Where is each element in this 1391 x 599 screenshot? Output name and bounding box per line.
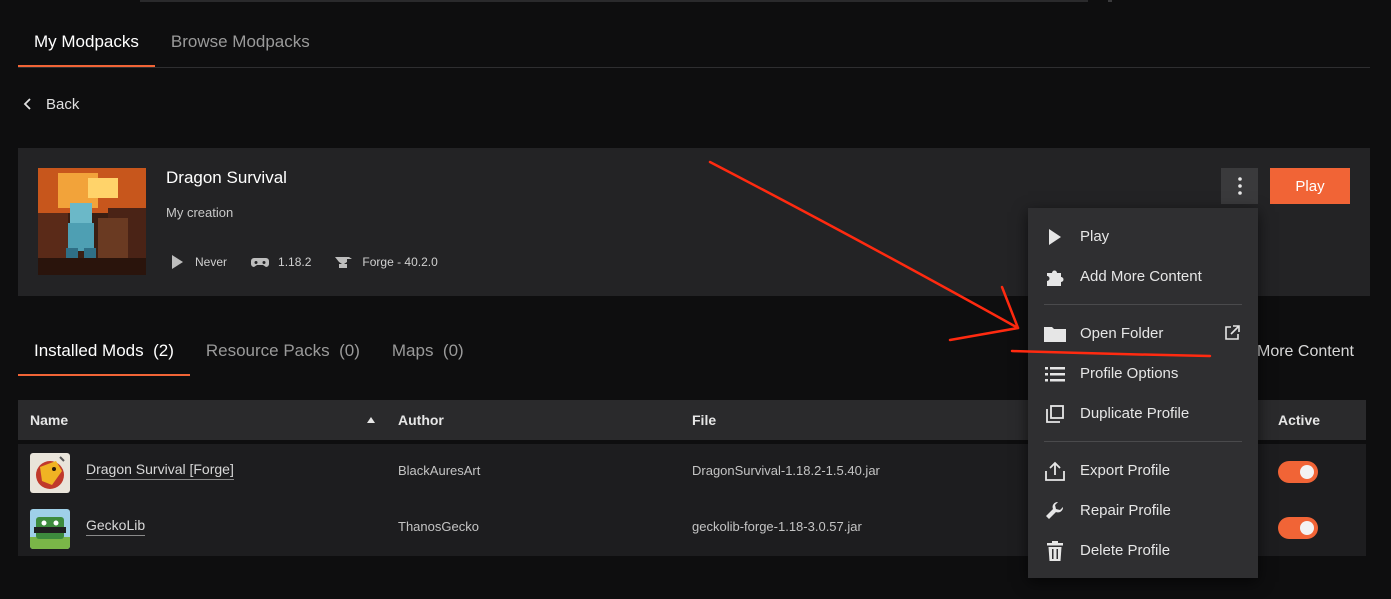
wrench-icon <box>1044 501 1066 521</box>
game-version: 1.18.2 <box>251 254 311 270</box>
export-icon <box>1044 461 1066 481</box>
menu-divider <box>1044 441 1242 442</box>
back-label: Back <box>46 95 80 113</box>
menu-item-duplicate-profile[interactable]: Duplicate Profile <box>1028 397 1258 431</box>
top-search-strip <box>140 0 1088 2</box>
top-strip-marker <box>1108 0 1112 2</box>
play-icon <box>1044 227 1066 247</box>
menu-label: Open Folder <box>1080 325 1164 342</box>
main-tabs: My Modpacks Browse Modpacks <box>18 22 1370 68</box>
maps-label: Maps <box>391 341 434 360</box>
menu-label: Duplicate Profile <box>1080 405 1190 422</box>
more-options-button[interactable] <box>1221 168 1258 204</box>
menu-label: Play <box>1080 228 1110 245</box>
menu-label: Delete Profile <box>1080 542 1171 559</box>
maps-count: (0) <box>442 341 464 360</box>
content-tabs: Installed Mods (2) Resource Packs (0) Ma… <box>18 328 480 376</box>
last-played: Never <box>168 254 227 270</box>
add-more-content-link[interactable]: More Content <box>1257 343 1354 361</box>
menu-divider <box>1044 304 1242 305</box>
installed-mods-count: (2) <box>153 341 174 360</box>
sort-asc-icon[interactable] <box>367 417 375 423</box>
profile-thumbnail <box>38 168 146 275</box>
menu-label: Repair Profile <box>1080 502 1171 519</box>
installed-mods-label: Installed Mods <box>34 341 144 360</box>
back-button[interactable]: Back <box>22 92 79 116</box>
tab-resource-packs[interactable]: Resource Packs (0) <box>190 328 376 376</box>
trash-icon <box>1044 541 1066 561</box>
header-file[interactable]: File <box>692 400 716 440</box>
profile-description: My creation <box>166 205 234 220</box>
profile-title: Dragon Survival <box>166 168 287 187</box>
mod-file: geckolib-forge-1.18-3.0.57.jar <box>692 519 862 534</box>
mod-icon-geckolib <box>30 509 70 549</box>
header-active: Active <box>1278 412 1321 428</box>
play-button[interactable]: Play <box>1270 168 1350 204</box>
resource-packs-count: (0) <box>339 341 360 360</box>
game-version-value: 1.18.2 <box>278 255 312 269</box>
last-played-value: Never <box>195 255 228 269</box>
mod-name-link[interactable]: Dragon Survival [Forge] <box>86 461 234 480</box>
folder-icon <box>1044 324 1066 344</box>
profile-dropdown-menu: Play Add More Content Open Folder Profil… <box>1028 208 1258 578</box>
header-name[interactable]: Name <box>30 400 68 440</box>
menu-item-profile-options[interactable]: Profile Options <box>1028 357 1258 391</box>
menu-item-export-profile[interactable]: Export Profile <box>1028 454 1258 488</box>
tab-my-modpacks[interactable]: My Modpacks <box>18 22 155 67</box>
loader-value: Forge - 40.2.0 <box>362 255 438 269</box>
mod-icon-dragon-survival <box>30 453 70 493</box>
active-toggle[interactable] <box>1278 461 1318 483</box>
menu-label: Profile Options <box>1080 365 1179 382</box>
list-icon <box>1044 364 1066 384</box>
mod-author: ThanosGecko <box>398 519 479 534</box>
menu-item-repair-profile[interactable]: Repair Profile <box>1028 494 1258 528</box>
gamepad-icon <box>251 258 270 267</box>
chevron-left-icon <box>23 98 31 110</box>
external-link-icon <box>1225 325 1240 340</box>
menu-label: Export Profile <box>1080 462 1171 479</box>
mod-author: BlackAuresArt <box>398 463 481 478</box>
play-icon <box>172 255 183 269</box>
resource-packs-label: Resource Packs <box>205 341 330 360</box>
header-author[interactable]: Author <box>398 400 444 440</box>
menu-item-play[interactable]: Play <box>1028 220 1258 254</box>
mod-file: DragonSurvival-1.18.2-1.5.40.jar <box>692 463 880 478</box>
tab-browse-modpacks[interactable]: Browse Modpacks <box>155 22 326 67</box>
tab-installed-mods[interactable]: Installed Mods (2) <box>18 328 190 376</box>
active-toggle[interactable] <box>1278 517 1318 539</box>
anvil-icon <box>335 257 353 268</box>
kebab-icon <box>1237 177 1242 195</box>
mod-loader: Forge - 40.2.0 <box>335 254 438 270</box>
menu-item-open-folder[interactable]: Open Folder <box>1028 317 1258 351</box>
duplicate-icon <box>1044 404 1066 424</box>
puzzle-piece-icon <box>1044 267 1066 287</box>
menu-label: Add More Content <box>1080 268 1202 285</box>
menu-item-add-more-content[interactable]: Add More Content <box>1028 260 1258 294</box>
profile-meta: Never 1.18.2 Forge - 40.2.0 <box>168 254 462 270</box>
menu-item-delete-profile[interactable]: Delete Profile <box>1028 534 1258 568</box>
mod-name-link[interactable]: GeckoLib <box>86 517 146 536</box>
tab-maps[interactable]: Maps (0) <box>376 328 480 376</box>
